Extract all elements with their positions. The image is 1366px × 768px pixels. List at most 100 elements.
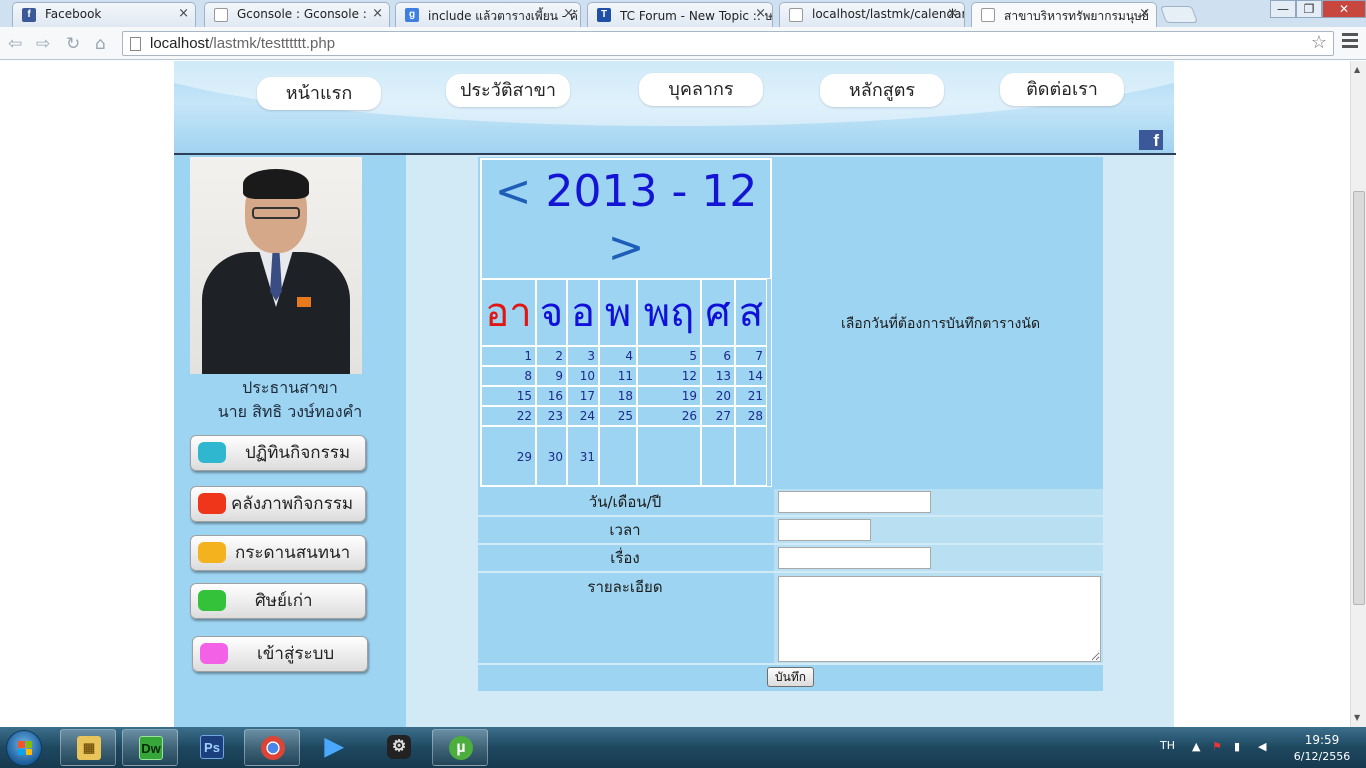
taskbar-photoshop[interactable]: Ps xyxy=(184,729,240,766)
calendar-day[interactable]: 22 xyxy=(481,406,536,426)
time-input[interactable] xyxy=(778,519,871,541)
start-button[interactable] xyxy=(6,730,42,766)
calendar-day[interactable]: 26 xyxy=(637,406,701,426)
scroll-thumb[interactable] xyxy=(1353,191,1365,605)
nav-home[interactable]: หน้าแรก xyxy=(257,77,381,110)
calendar-day[interactable]: 2 xyxy=(536,346,567,366)
menu-calendar-button[interactable]: ปฏิทินกิจกรรม xyxy=(190,435,366,471)
calendar-day[interactable]: 9 xyxy=(536,366,567,386)
home-icon[interactable]: ⌂ xyxy=(95,34,106,54)
tab-tc-forum[interactable]: T TC Forum - New Topic :: ษ × xyxy=(587,2,773,27)
calendar-day[interactable]: 3 xyxy=(567,346,599,366)
volume-icon[interactable]: ◀ xyxy=(1258,740,1266,753)
taskbar-media-player[interactable]: ▶ xyxy=(306,729,362,766)
topic-input[interactable] xyxy=(778,547,931,569)
reload-icon[interactable]: ↻ xyxy=(66,34,80,54)
nav-contact[interactable]: ติดต่อเรา xyxy=(1000,73,1124,106)
taskbar-explorer[interactable]: ▦ xyxy=(60,729,116,766)
windows-logo-icon xyxy=(18,741,32,755)
calendar-day[interactable]: 21 xyxy=(735,386,767,406)
taskbar-dreamweaver[interactable]: Dw xyxy=(122,729,178,766)
weekday-wed: พ xyxy=(599,279,637,346)
close-tab-icon[interactable]: × xyxy=(178,6,189,21)
nav-staff[interactable]: บุคลากร xyxy=(639,73,763,106)
calendar-day[interactable]: 25 xyxy=(599,406,637,426)
calendar-day[interactable]: 24 xyxy=(567,406,599,426)
tab-include[interactable]: g include แล้วตารางเพี้ยน - ค้ × xyxy=(395,2,581,27)
calendar-day[interactable]: 16 xyxy=(536,386,567,406)
chat-bubble-icon xyxy=(198,442,226,463)
calendar-day[interactable]: 11 xyxy=(599,366,637,386)
next-month-link[interactable]: > xyxy=(608,222,645,273)
network-icon[interactable]: ▮ xyxy=(1234,740,1240,753)
bookmark-star-icon[interactable]: ☆ xyxy=(1311,32,1327,53)
calendar-day[interactable]: 15 xyxy=(481,386,536,406)
minimize-button[interactable]: — xyxy=(1270,0,1296,18)
tab-gconsole[interactable]: Gconsole : Gconsole : × xyxy=(204,2,390,27)
calendar-day[interactable]: 5 xyxy=(637,346,701,366)
new-tab-button[interactable] xyxy=(1159,6,1199,23)
calendar-day[interactable]: 13 xyxy=(701,366,735,386)
taskbar-chrome[interactable]: ◉ xyxy=(244,729,300,766)
taskbar-utorrent[interactable]: µ xyxy=(432,729,488,766)
restore-button[interactable]: ❐ xyxy=(1296,0,1322,18)
tab-calendar[interactable]: localhost/lastmk/calendar × xyxy=(779,2,965,27)
forward-icon[interactable]: ⇨ xyxy=(36,34,50,54)
select-date-message: เลือกวันที่ต้องการบันทึกตารางนัด xyxy=(840,316,1041,332)
page-scrollbar[interactable]: ▲ ▼ xyxy=(1350,61,1366,727)
window-close-button[interactable]: ✕ xyxy=(1322,0,1366,18)
nav-history[interactable]: ประวัติสาขา xyxy=(446,74,570,107)
menu-gallery-button[interactable]: คลังภาพกิจกรรม xyxy=(190,486,366,522)
save-button[interactable]: บันทึก xyxy=(767,667,814,687)
clock-time[interactable]: 19:59 xyxy=(1298,733,1346,747)
calendar-day[interactable]: 10 xyxy=(567,366,599,386)
menu-alumni-button[interactable]: ศิษย์เก่า xyxy=(190,583,366,619)
google-icon: g xyxy=(405,8,419,22)
calendar-day[interactable]: 17 xyxy=(567,386,599,406)
scroll-down-icon[interactable]: ▼ xyxy=(1354,713,1360,722)
show-hidden-icons-icon[interactable]: ▲ xyxy=(1192,740,1200,753)
menu-forum-button[interactable]: กระดานสนทนา xyxy=(190,535,366,571)
close-tab-icon[interactable]: × xyxy=(947,6,958,21)
close-tab-icon[interactable]: × xyxy=(1139,6,1150,21)
address-bar[interactable]: localhost/lastmk/testttttt.php ☆ xyxy=(122,31,1334,56)
scroll-up-icon[interactable]: ▲ xyxy=(1354,65,1360,74)
calendar-day[interactable]: 20 xyxy=(701,386,735,406)
chair-photo xyxy=(190,157,362,374)
back-icon[interactable]: ⇦ xyxy=(8,34,22,54)
calendar-day[interactable]: 23 xyxy=(536,406,567,426)
calendar-day[interactable]: 30 xyxy=(536,426,567,486)
facebook-icon[interactable]: f xyxy=(1139,130,1163,150)
calendar-day[interactable]: 4 xyxy=(599,346,637,366)
calendar-day[interactable]: 28 xyxy=(735,406,767,426)
action-center-icon[interactable]: ⚑ xyxy=(1212,740,1222,753)
prev-month-link[interactable]: < xyxy=(495,166,532,217)
close-tab-icon[interactable]: × xyxy=(563,6,574,21)
menu-icon[interactable] xyxy=(1342,33,1358,51)
tab-facebook[interactable]: f Facebook × xyxy=(12,2,196,27)
close-tab-icon[interactable]: × xyxy=(372,6,383,21)
site-header: หน้าแรก ประวัติสาขา บุคลากร หลักสูตร ติด… xyxy=(174,61,1174,154)
date-label: วัน/เดือน/ปี xyxy=(588,493,662,511)
calendar-day[interactable]: 18 xyxy=(599,386,637,406)
date-input[interactable] xyxy=(778,491,931,513)
calendar-day[interactable]: 19 xyxy=(637,386,701,406)
calendar-day[interactable]: 8 xyxy=(481,366,536,386)
calendar-day[interactable]: 14 xyxy=(735,366,767,386)
tab-hr-branch[interactable]: สาขาบริหารทรัพยากรมนุษย์ × xyxy=(971,2,1157,27)
calendar-day[interactable]: 7 xyxy=(735,346,767,366)
calendar-day[interactable]: 12 xyxy=(637,366,701,386)
menu-login-button[interactable]: เข้าสู่ระบบ xyxy=(192,636,368,672)
clock-date[interactable]: 6/12/2556 xyxy=(1292,750,1352,763)
calendar-day[interactable]: 27 xyxy=(701,406,735,426)
taskbar-steam[interactable]: ⚙ xyxy=(371,729,427,766)
close-tab-icon[interactable]: × xyxy=(755,6,766,21)
tab-title: สาขาบริหารทรัพยากรมนุษย์ xyxy=(1004,9,1149,23)
calendar-day[interactable]: 29 xyxy=(481,426,536,486)
nav-curriculum[interactable]: หลักสูตร xyxy=(820,74,944,107)
calendar-day[interactable]: 1 xyxy=(481,346,536,366)
language-indicator[interactable]: TH xyxy=(1160,739,1175,752)
detail-textarea[interactable] xyxy=(778,576,1101,662)
calendar-day[interactable]: 31 xyxy=(567,426,599,486)
calendar-day[interactable]: 6 xyxy=(701,346,735,366)
